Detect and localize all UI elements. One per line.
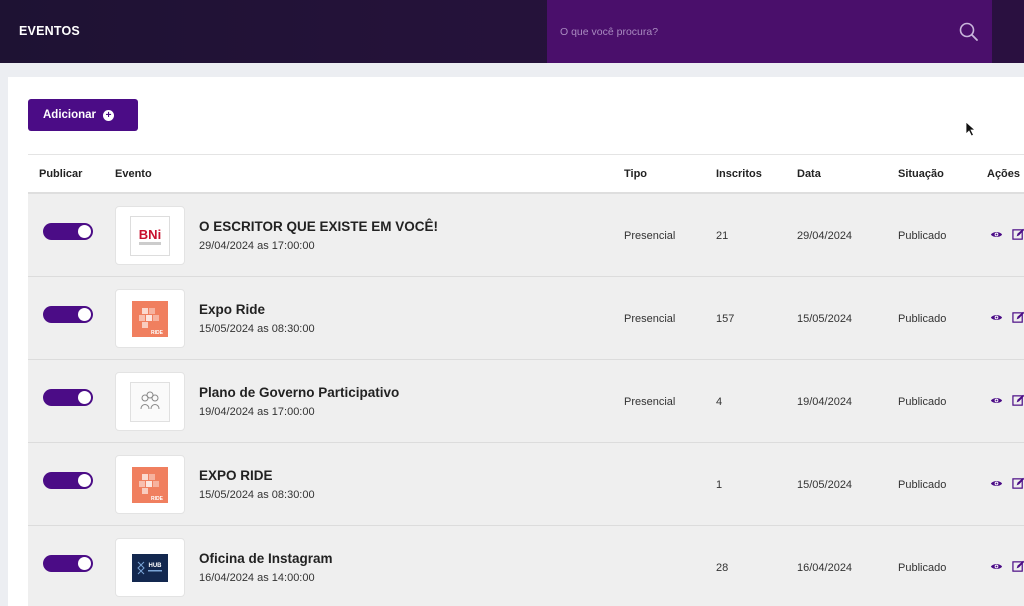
event-type: Presencial (624, 230, 676, 242)
edit-icon[interactable] (1012, 394, 1024, 407)
publish-toggle[interactable] (43, 555, 93, 572)
row-actions (990, 394, 1024, 407)
eye-icon[interactable] (990, 477, 1003, 490)
plus-circle-icon: + (103, 109, 115, 121)
add-button-label: Adicionar (43, 109, 97, 121)
page-title: EVENTOS (19, 24, 80, 38)
column-header-acoes: Ações (987, 168, 1021, 180)
publish-toggle[interactable] (43, 223, 93, 240)
svg-text:RIDE: RIDE (151, 496, 164, 502)
event-date: 19/04/2024 (797, 396, 853, 408)
event-thumbnail[interactable] (115, 372, 185, 431)
bni-logo-icon: BNi (130, 215, 170, 256)
publish-toggle[interactable] (43, 389, 93, 406)
add-event-button[interactable]: Adicionar + (28, 99, 138, 131)
toggle-knob (78, 557, 91, 570)
column-header-publicar[interactable]: Publicar (39, 168, 82, 180)
eye-icon[interactable] (990, 394, 1003, 407)
event-status: Publicado (898, 479, 947, 491)
event-name[interactable]: Oficina de Instagram (199, 551, 333, 566)
event-thumbnail[interactable]: RIDE (115, 455, 185, 514)
event-name[interactable]: EXPO RIDE (199, 468, 273, 483)
svg-text:BNi: BNi (139, 227, 161, 242)
toggle-knob (78, 225, 91, 238)
table-row: HUB Oficina de Instagram 16/04/2024 as 1… (28, 526, 1024, 606)
event-name[interactable]: Plano de Governo Participativo (199, 385, 399, 400)
search-icon[interactable] (959, 22, 979, 42)
event-datetime: 15/05/2024 as 08:30:00 (199, 489, 315, 501)
column-header-evento[interactable]: Evento (115, 168, 152, 180)
svg-text:RIDE: RIDE (151, 330, 164, 336)
row-actions (990, 477, 1024, 490)
expo-ride-logo-icon: RIDE (132, 300, 168, 337)
event-subscribers: 21 (716, 230, 729, 242)
edit-icon[interactable] (1012, 477, 1024, 490)
event-thumbnail[interactable]: RIDE (115, 289, 185, 348)
eye-icon[interactable] (990, 228, 1003, 241)
event-type: Presencial (624, 396, 676, 408)
event-date: 16/04/2024 (797, 562, 853, 574)
event-thumbnail[interactable]: HUB (115, 538, 185, 597)
search-box[interactable] (547, 0, 992, 63)
toggle-knob (78, 391, 91, 404)
event-subscribers: 4 (716, 396, 723, 408)
edit-icon[interactable] (1012, 560, 1024, 573)
event-thumbnail[interactable]: BNi (115, 206, 185, 265)
row-actions (990, 228, 1024, 241)
event-datetime: 29/04/2024 as 17:00:00 (199, 240, 315, 252)
eye-icon[interactable] (990, 311, 1003, 324)
event-date: 15/05/2024 (797, 313, 853, 325)
expo-ride-logo-icon: RIDE (132, 466, 168, 503)
table-row: BNi O ESCRITOR QUE EXISTE EM VOCÊ! 29/04… (28, 194, 1024, 277)
row-actions (990, 560, 1024, 573)
event-datetime: 15/05/2024 as 08:30:00 (199, 323, 315, 335)
toggle-knob (78, 474, 91, 487)
event-type: Presencial (624, 313, 676, 325)
edit-icon[interactable] (1012, 311, 1024, 324)
row-actions (990, 311, 1024, 324)
search-input[interactable] (547, 0, 992, 63)
column-header-inscritos[interactable]: Inscritos (716, 168, 762, 180)
event-date: 15/05/2024 (797, 479, 853, 491)
table-row: Plano de Governo Participativo 19/04/202… (28, 360, 1024, 443)
event-name[interactable]: O ESCRITOR QUE EXISTE EM VOCÊ! (199, 219, 438, 234)
content-left-gutter (0, 77, 8, 606)
table-row: RIDE Expo Ride 15/05/2024 as 08:30:00 Pr… (28, 277, 1024, 360)
publish-toggle[interactable] (43, 472, 93, 489)
event-datetime: 16/04/2024 as 14:00:00 (199, 572, 315, 584)
event-name[interactable]: Expo Ride (199, 302, 265, 317)
top-bar: EVENTOS (0, 0, 1024, 63)
event-status: Publicado (898, 396, 947, 408)
event-status: Publicado (898, 562, 947, 574)
column-header-situacao[interactable]: Situação (898, 168, 944, 180)
content-top-gutter (0, 63, 1024, 77)
edit-icon[interactable] (1012, 228, 1024, 241)
event-status: Publicado (898, 313, 947, 325)
event-subscribers: 157 (716, 313, 735, 325)
event-datetime: 19/04/2024 as 17:00:00 (199, 406, 315, 418)
table-header: Publicar Evento Tipo Inscritos Data Situ… (28, 154, 1024, 194)
hub-logo-icon: HUB (132, 553, 168, 582)
mouse-cursor-icon (965, 121, 977, 137)
event-status: Publicado (898, 230, 947, 242)
people-group-icon (130, 381, 170, 422)
event-subscribers: 28 (716, 562, 729, 574)
event-subscribers: 1 (716, 479, 723, 491)
eye-icon[interactable] (990, 560, 1003, 573)
svg-text:HUB: HUB (149, 563, 163, 569)
events-table: Publicar Evento Tipo Inscritos Data Situ… (28, 154, 1024, 606)
column-header-data[interactable]: Data (797, 168, 821, 180)
table-row: RIDE EXPO RIDE 15/05/2024 as 08:30:00 1 … (28, 443, 1024, 526)
toggle-knob (78, 308, 91, 321)
publish-toggle[interactable] (43, 306, 93, 323)
event-date: 29/04/2024 (797, 230, 853, 242)
column-header-tipo[interactable]: Tipo (624, 168, 647, 180)
